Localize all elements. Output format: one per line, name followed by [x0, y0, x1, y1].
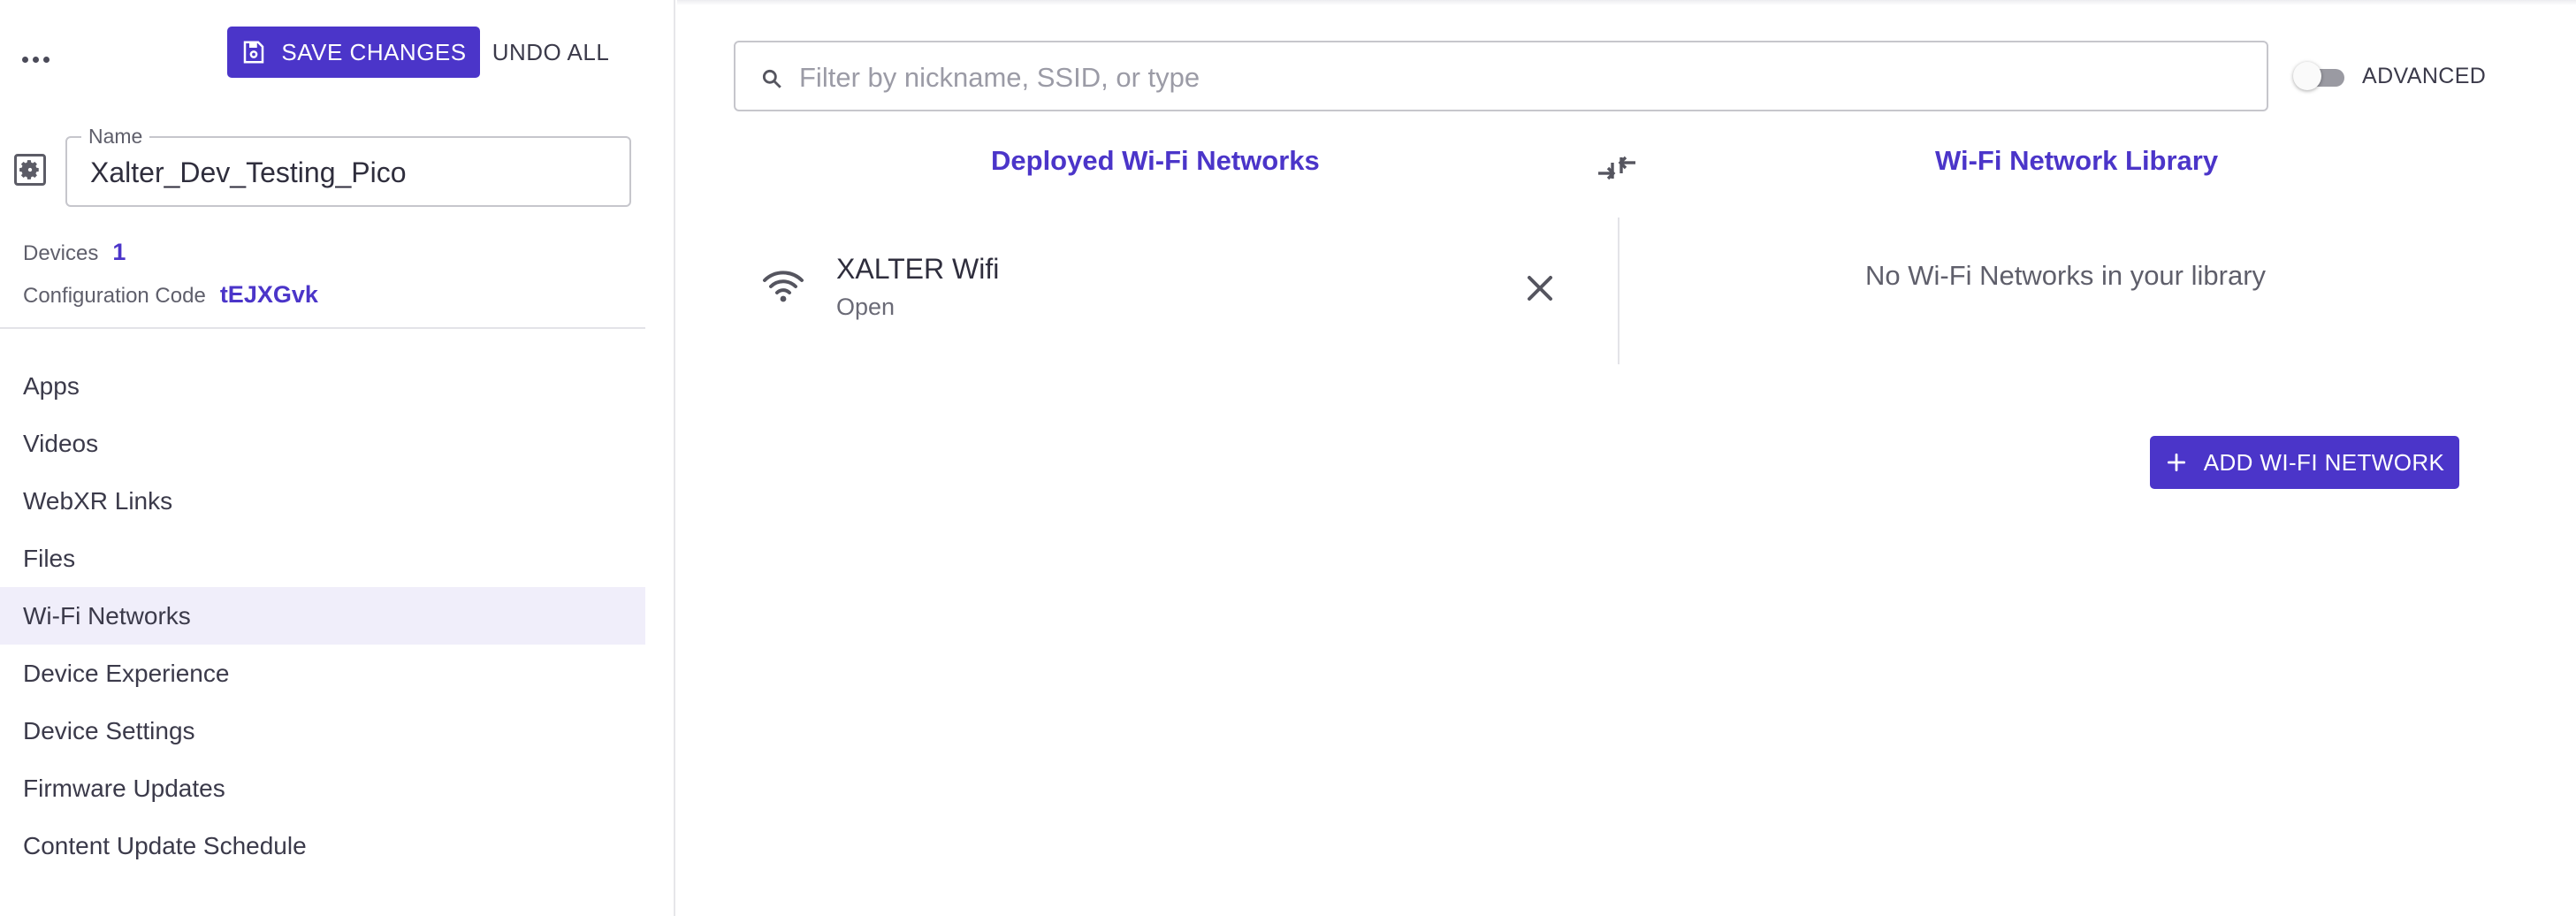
- sidebar-item-apps[interactable]: Apps: [0, 357, 645, 415]
- name-field-label: Name: [81, 125, 150, 149]
- plus-icon: [2167, 453, 2185, 472]
- sidebar-item-files[interactable]: Files: [0, 530, 645, 587]
- add-wifi-network-button[interactable]: ADD WI-FI NETWORK: [2150, 436, 2459, 489]
- sidebar-divider: [0, 327, 645, 329]
- sidebar-nav: Apps Videos WebXR Links Files Wi-Fi Netw…: [0, 357, 645, 874]
- floppy-disk-icon: [244, 41, 264, 64]
- more-dot: [21, 56, 28, 63]
- gear-icon: [19, 160, 39, 179]
- app-root: SAVE CHANGES UNDO ALL Name Devices 1 Con…: [0, 0, 2576, 916]
- network-name: XALTER Wifi: [836, 253, 1000, 285]
- advanced-label: ADVANCED: [2362, 64, 2487, 88]
- save-changes-button[interactable]: SAVE CHANGES: [227, 27, 480, 78]
- deployed-network-row[interactable]: XALTER Wifi Open: [762, 248, 1558, 336]
- add-wifi-network-label: ADD WI-FI NETWORK: [2203, 448, 2445, 476]
- search-input[interactable]: [799, 58, 2249, 97]
- more-dot: [42, 56, 50, 63]
- undo-all-button[interactable]: UNDO ALL: [489, 27, 613, 78]
- search-icon: [762, 69, 781, 88]
- save-changes-label: SAVE CHANGES: [281, 38, 467, 65]
- devices-row: Devices 1: [23, 239, 126, 266]
- sidebar-item-wifi-networks[interactable]: Wi-Fi Networks: [0, 587, 645, 645]
- deployed-networks-title: Deployed Wi-Fi Networks: [991, 145, 1320, 176]
- column-divider: [1618, 218, 1620, 364]
- search-box: [734, 41, 2268, 111]
- toggle-thumb: [2293, 62, 2321, 90]
- configuration-code-row: Configuration Code tEJXGvk: [23, 281, 318, 309]
- main-panel: ADVANCED Deployed Wi-Fi Networks Wi-Fi N…: [677, 0, 2576, 916]
- sidebar: SAVE CHANGES UNDO ALL Name Devices 1 Con…: [0, 0, 675, 916]
- top-shadow: [677, 0, 2576, 5]
- sidebar-item-device-experience[interactable]: Device Experience: [0, 645, 645, 702]
- network-security: Open: [836, 294, 896, 320]
- sidebar-item-device-settings[interactable]: Device Settings: [0, 702, 645, 760]
- sidebar-item-videos[interactable]: Videos: [0, 415, 645, 472]
- advanced-toggle[interactable]: [2291, 58, 2353, 94]
- sidebar-item-webxr-links[interactable]: WebXR Links: [0, 472, 645, 530]
- name-input[interactable]: [90, 154, 612, 191]
- library-empty-message: No Wi-Fi Networks in your library: [1865, 260, 2267, 291]
- configuration-code-label: Configuration Code: [23, 284, 206, 308]
- swap-arrows-icon[interactable]: [1595, 150, 1639, 186]
- sidebar-item-content-update-schedule[interactable]: Content Update Schedule: [0, 817, 645, 874]
- sidebar-item-firmware-updates[interactable]: Firmware Updates: [0, 760, 645, 817]
- close-icon[interactable]: [1522, 271, 1558, 306]
- settings-button[interactable]: [14, 154, 46, 186]
- name-field: Name: [65, 125, 631, 207]
- more-dot: [32, 56, 39, 63]
- more-options-icon[interactable]: [19, 46, 51, 73]
- devices-label: Devices: [23, 241, 99, 265]
- network-library-title: Wi-Fi Network Library: [1935, 145, 2219, 176]
- configuration-code-value[interactable]: tEJXGvk: [220, 281, 318, 309]
- wifi-icon: [763, 271, 804, 302]
- devices-count-link[interactable]: 1: [112, 239, 126, 266]
